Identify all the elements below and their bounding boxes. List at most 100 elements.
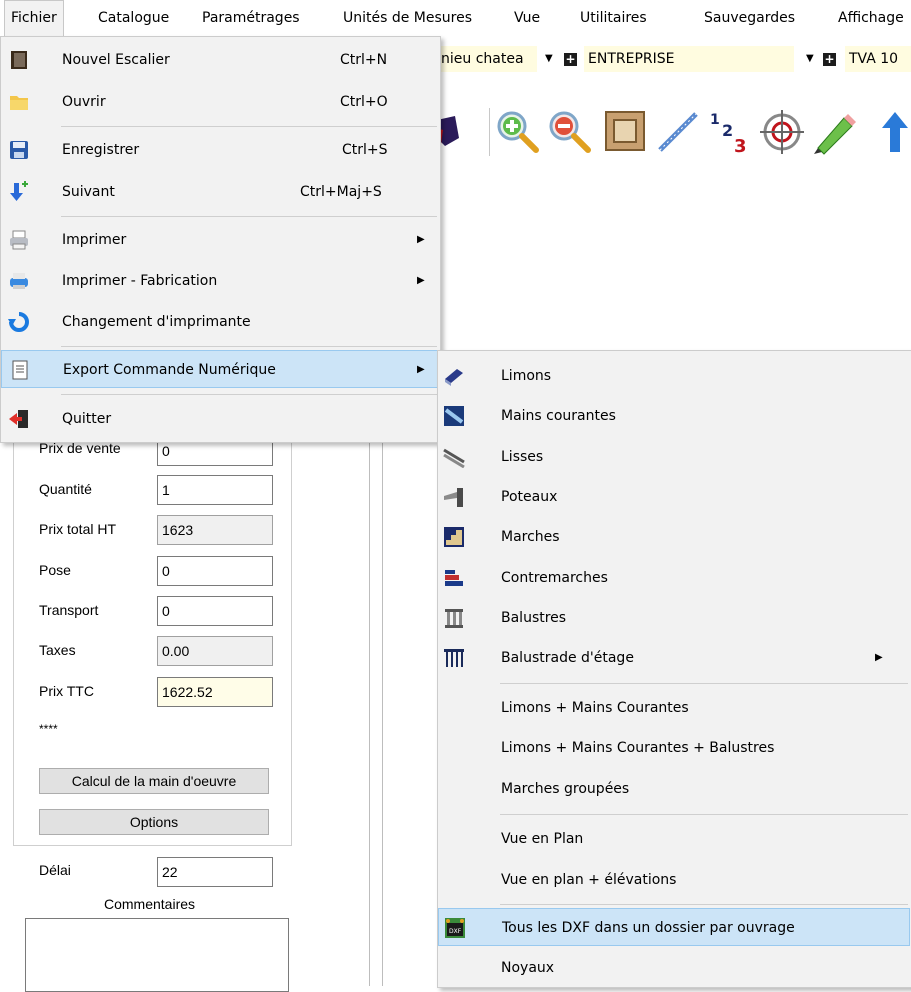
menu-unites[interactable]: Unités de Mesures	[343, 0, 472, 36]
submenu-item-marches-groupees[interactable]: Marches groupées	[438, 770, 910, 808]
menu-separator	[61, 216, 437, 217]
printer-fab-icon	[10, 273, 28, 289]
menu-item-label: Nouvel Escalier	[62, 52, 170, 68]
submenu-label: Balustres	[501, 610, 567, 626]
expand-plus-icon[interactable]: +	[823, 53, 836, 66]
floppy-icon	[10, 141, 28, 159]
delai-label: Délai	[39, 862, 71, 878]
refresh-icon	[8, 312, 29, 332]
limon-icon	[445, 369, 463, 386]
submenu-item-limons-mains-courantes[interactable]: Limons + Mains Courantes	[438, 689, 910, 727]
menu-catalogue[interactable]: Catalogue	[98, 0, 169, 36]
menu-vue[interactable]: Vue	[514, 0, 540, 36]
cube-icon[interactable]	[437, 108, 467, 156]
baluster-icon	[445, 609, 463, 628]
post-icon	[444, 488, 463, 507]
book-icon	[11, 51, 27, 69]
submenu-item-limons-mains-balustres[interactable]: Limons + Mains Courantes + Balustres	[438, 729, 910, 767]
delai-field[interactable]: 22	[157, 857, 273, 887]
prix-ttc-label: Prix TTC	[39, 683, 94, 699]
prix-ttc-field[interactable]: 1622.52	[157, 677, 273, 707]
pose-field[interactable]: 0	[157, 556, 273, 586]
submenu-item-vue-plan-elevations[interactable]: Vue en plan + élévations	[438, 861, 910, 899]
chevron-down-icon[interactable]: ▼	[806, 46, 814, 72]
handrail-icon	[444, 406, 464, 426]
shortcut-text: Ctrl+N	[340, 52, 388, 68]
measure-icon[interactable]	[654, 108, 702, 156]
submenu-item-balustrade-etage[interactable]: Balustrade d'étage ▶	[438, 639, 910, 677]
folder-icon	[10, 96, 28, 110]
submenu-label: Noyaux	[501, 960, 555, 976]
zoom-in-icon[interactable]	[494, 108, 542, 156]
menu-item-imprimer[interactable]: Imprimer ▶	[1, 221, 438, 259]
transport-field[interactable]: 0	[157, 596, 273, 626]
menu-item-label: Imprimer	[62, 232, 127, 248]
submenu-arrow-icon: ▶	[875, 652, 883, 663]
submenu-item-mains-courantes[interactable]: Mains courantes	[438, 397, 910, 435]
menu-item-changement-imprimante[interactable]: Changement d'imprimante	[1, 303, 438, 341]
commentaires-label: Commentaires	[104, 896, 196, 912]
frame-icon[interactable]	[602, 108, 650, 156]
options-button[interactable]: Options	[39, 809, 269, 835]
document-icon	[12, 360, 28, 380]
menu-sauvegardes[interactable]: Sauvegardes	[704, 0, 795, 36]
exit-door-icon	[9, 410, 28, 428]
menu-item-label: Quitter	[62, 411, 112, 427]
submenu-label: Tous les DXF dans un dossier par ouvrage	[502, 920, 795, 936]
submenu-arrow-icon: ▶	[417, 275, 425, 286]
prix-total-field: 1623	[157, 515, 273, 545]
menu-item-suivant[interactable]: Suivant Ctrl+Maj+S	[1, 173, 438, 211]
pose-label: Pose	[39, 562, 71, 578]
menu-separator	[500, 904, 908, 905]
menu-item-export-commande-numerique[interactable]: Export Commande Numérique ▶	[1, 350, 438, 388]
menu-fichier[interactable]: Fichier	[4, 0, 64, 37]
project-combo[interactable]: nieu chatea	[437, 46, 537, 72]
commentaires-textarea[interactable]	[25, 918, 289, 992]
submenu-label: Mains courantes	[501, 408, 616, 424]
menu-separator	[61, 394, 437, 395]
up-down-arrow-icon[interactable]	[880, 108, 911, 156]
svg-text:1: 1	[710, 112, 720, 128]
company-combo[interactable]: ENTREPRISE	[584, 46, 794, 72]
submenu-item-marches[interactable]: Marches	[438, 518, 910, 556]
menu-item-nouvel-escalier[interactable]: Nouvel Escalier Ctrl+N	[1, 41, 438, 79]
pencil-icon[interactable]	[810, 108, 858, 156]
svg-text:2: 2	[722, 121, 733, 140]
chevron-down-icon[interactable]: ▼	[545, 46, 553, 72]
menu-utilitaires[interactable]: Utilitaires	[580, 0, 647, 36]
export-submenu: Limons Mains courantes Lisses Poteaux Ma…	[437, 350, 911, 988]
rails-icon	[443, 448, 465, 468]
tva-combo[interactable]: TVA 10	[845, 46, 911, 72]
target-icon[interactable]	[758, 108, 806, 156]
menu-parametrages[interactable]: Paramétrages	[202, 0, 300, 36]
menu-item-label: Ouvrir	[62, 94, 106, 110]
submenu-item-balustres[interactable]: Balustres	[438, 599, 910, 637]
calcul-main-oeuvre-button[interactable]: Calcul de la main d'oeuvre	[39, 768, 269, 794]
submenu-item-lisses[interactable]: Lisses	[438, 438, 910, 476]
menu-separator	[61, 126, 437, 127]
svg-text:DXF: DXF	[449, 928, 462, 935]
menu-item-enregistrer[interactable]: Enregistrer Ctrl+S	[1, 131, 438, 169]
menu-item-ouvrir[interactable]: Ouvrir Ctrl+O	[1, 83, 438, 121]
submenu-item-poteaux[interactable]: Poteaux	[438, 478, 910, 516]
menu-separator	[61, 346, 437, 347]
numbering-icon[interactable]: 1 2 3	[706, 108, 754, 156]
submenu-item-tous-dxf[interactable]: DXF Tous les DXF dans un dossier par ouv…	[438, 908, 910, 946]
menu-item-quitter[interactable]: Quitter	[1, 400, 438, 438]
submenu-item-limons[interactable]: Limons	[438, 357, 910, 395]
submenu-item-vue-en-plan[interactable]: Vue en Plan	[438, 820, 910, 858]
submenu-label: Marches	[501, 529, 560, 545]
menu-affichage[interactable]: Affichage	[838, 0, 904, 36]
expand-plus-icon[interactable]: +	[564, 53, 577, 66]
quantite-field[interactable]: 1	[157, 475, 273, 505]
splitter-line	[382, 400, 383, 986]
dxf-icon: DXF	[445, 918, 465, 938]
submenu-item-contremarches[interactable]: Contremarches	[438, 559, 910, 597]
toolbar-separator	[489, 108, 490, 156]
submenu-arrow-icon: ▶	[417, 234, 425, 245]
zoom-out-icon[interactable]	[546, 108, 594, 156]
submenu-item-noyaux[interactable]: Noyaux	[438, 949, 910, 987]
taxes-field: 0.00	[157, 636, 273, 666]
menu-item-imprimer-fabrication[interactable]: Imprimer - Fabrication ▶	[1, 262, 438, 300]
submenu-label: Marches groupées	[501, 781, 630, 797]
